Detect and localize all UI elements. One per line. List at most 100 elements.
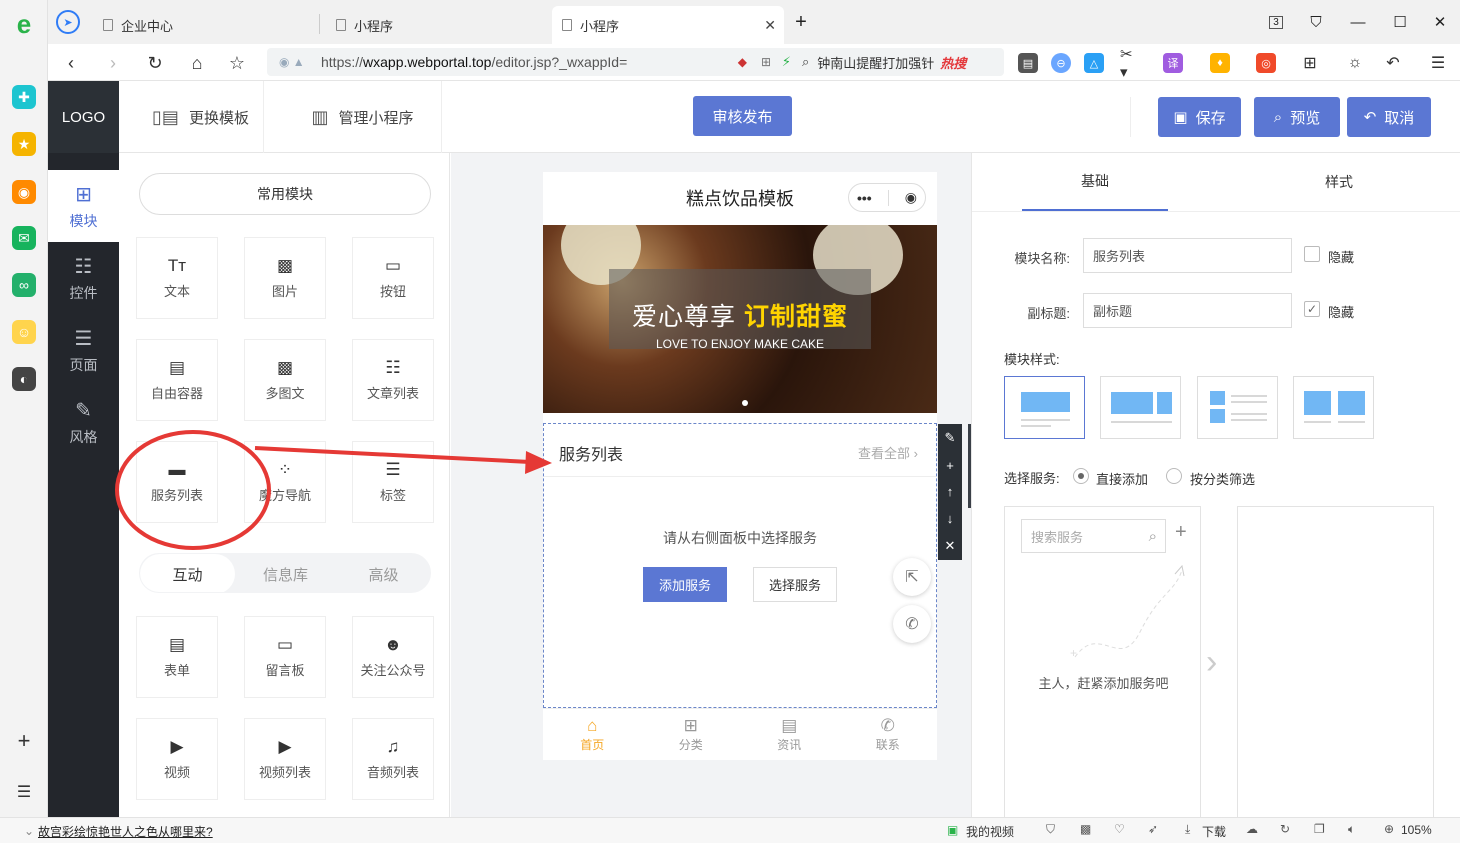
home-icon[interactable]: ⌂ bbox=[184, 50, 210, 76]
menu-icon[interactable]: ☰ bbox=[1428, 53, 1448, 73]
change-template-button[interactable]: ▯▤ 更换模板 bbox=[138, 81, 264, 153]
window-icon[interactable]: ❐ bbox=[1314, 822, 1325, 836]
module-tags[interactable]: ☰ 标签 bbox=[352, 441, 434, 523]
scissors-icon[interactable]: ✂▾ bbox=[1120, 46, 1140, 81]
style-option-4[interactable] bbox=[1293, 376, 1374, 439]
tab-advanced[interactable]: 高级 bbox=[336, 554, 430, 592]
delete-icon[interactable]: ✕ bbox=[945, 538, 956, 554]
volume-icon[interactable]: 🔈︎ bbox=[1348, 822, 1355, 837]
sidebar-item-style[interactable]: ✎ 风格 bbox=[48, 386, 119, 458]
site-info-icon[interactable]: ◉ ▲ bbox=[279, 55, 305, 69]
module-button[interactable]: ▭ 按钮 bbox=[352, 237, 434, 319]
gamepad-icon[interactable]: ◎ bbox=[1256, 53, 1276, 73]
save-button[interactable]: ▣ 保存 bbox=[1158, 97, 1241, 137]
style-option-3[interactable] bbox=[1197, 376, 1278, 439]
add-service-button[interactable]: 添加服务 bbox=[643, 567, 727, 602]
tab-count-badge[interactable]: 3 bbox=[1269, 15, 1283, 29]
nav-contact[interactable]: ✆ 联系 bbox=[839, 709, 938, 760]
style-option-2[interactable] bbox=[1100, 376, 1181, 439]
bookmark-star-icon[interactable]: ☆ bbox=[224, 50, 250, 76]
radio-direct-add[interactable] bbox=[1073, 468, 1089, 484]
tab-miniapp-active[interactable]: 小程序 ✕ bbox=[552, 6, 784, 44]
refresh-icon[interactable]: ↻ bbox=[1280, 822, 1290, 836]
sidebar-item-pages[interactable]: ☰ 页面 bbox=[48, 314, 119, 386]
navigate-icon[interactable]: ➤ bbox=[56, 10, 80, 34]
module-follow-account[interactable]: ☻ 关注公众号 bbox=[352, 616, 434, 698]
module-free-container[interactable]: ▤ 自由容器 bbox=[136, 339, 218, 421]
undo-icon[interactable]: ↶ bbox=[1383, 53, 1403, 73]
heart-icon[interactable]: ♡ bbox=[1114, 822, 1125, 836]
forward-icon[interactable]: › bbox=[100, 50, 126, 76]
rocket-icon[interactable]: ➶ bbox=[1148, 822, 1158, 836]
module-article-list[interactable]: ☷ 文章列表 bbox=[352, 339, 434, 421]
reload-icon[interactable]: ↻ bbox=[142, 50, 168, 76]
new-tab-icon[interactable]: + bbox=[789, 10, 813, 34]
rail-star-icon[interactable]: ★ bbox=[12, 132, 36, 156]
banner-image[interactable]: 爱心尊享 订制甜蜜 LOVE TO ENJOY MAKE CAKE bbox=[543, 225, 937, 413]
qr-icon[interactable]: ⊞ bbox=[761, 55, 771, 69]
rail-weibo-icon[interactable]: ◉ bbox=[12, 180, 36, 204]
radio-category-filter[interactable] bbox=[1166, 468, 1182, 484]
add-service-icon[interactable]: + bbox=[1175, 521, 1187, 544]
tab-style[interactable]: 样式 bbox=[1266, 153, 1412, 211]
rail-panda-icon[interactable]: ◐ bbox=[12, 367, 36, 391]
ext-shield-icon[interactable]: ♦ bbox=[1210, 53, 1230, 73]
subtitle-input[interactable]: 副标题 bbox=[1083, 293, 1292, 328]
add-icon[interactable]: + bbox=[946, 458, 954, 473]
service-list-module[interactable]: 服务列表 查看全部 › 请从右侧面板中选择服务 添加服务 选择服务 bbox=[543, 423, 937, 708]
lightning-icon[interactable]: ⚡ bbox=[782, 54, 791, 70]
reader-icon[interactable]: ▤ bbox=[1018, 53, 1038, 73]
module-message-board[interactable]: ▭ 留言板 bbox=[244, 616, 326, 698]
module-service-list[interactable]: ▬ 服务列表 bbox=[136, 441, 218, 523]
module-multi-image-text[interactable]: ▩ 多图文 bbox=[244, 339, 326, 421]
style-option-1[interactable] bbox=[1004, 376, 1085, 439]
rail-link-icon[interactable]: ∞ bbox=[12, 273, 36, 297]
ext-blue-icon[interactable]: ⊖ bbox=[1051, 53, 1071, 73]
chevron-down-icon[interactable]: ⌄ bbox=[24, 824, 34, 838]
sidebar-item-modules[interactable]: ⊞ 模块 bbox=[48, 170, 119, 242]
tab-info-library[interactable]: 信息库 bbox=[238, 554, 333, 592]
preview-button[interactable]: ⌕ 预览 bbox=[1254, 97, 1340, 137]
shirt-icon[interactable]: ⛉ bbox=[1304, 10, 1328, 34]
more-dots-icon[interactable]: ••• bbox=[857, 190, 872, 206]
share-float-button[interactable]: ⇱ bbox=[893, 558, 931, 596]
zoom-level[interactable]: 105% bbox=[1401, 823, 1432, 837]
image-icon[interactable]: ▩ bbox=[1080, 822, 1091, 836]
rail-plus-icon[interactable]: ✚ bbox=[12, 85, 36, 109]
rail-add-icon[interactable]: + bbox=[12, 728, 36, 753]
module-image[interactable]: ▩ 图片 bbox=[244, 237, 326, 319]
module-name-input[interactable]: 服务列表 bbox=[1083, 238, 1292, 273]
module-form[interactable]: ▤ 表单 bbox=[136, 616, 218, 698]
shield-icon[interactable]: ⛉ bbox=[1046, 822, 1055, 837]
module-cube-nav[interactable]: ⁘ 魔方导航 bbox=[244, 441, 326, 523]
maximize-icon[interactable]: ☐ bbox=[1388, 10, 1412, 34]
tab-basic[interactable]: 基础 bbox=[1022, 153, 1168, 211]
tab-miniapp-1[interactable]: 小程序 bbox=[326, 6, 551, 44]
cloud-icon[interactable]: ☁ bbox=[1246, 822, 1258, 836]
tab-interactive[interactable]: 互动 bbox=[140, 554, 235, 592]
nav-news[interactable]: ▤ 资讯 bbox=[740, 709, 839, 760]
capsule-menu[interactable]: ••• ◉ bbox=[848, 183, 926, 212]
module-audio-list[interactable]: ♫ 音频列表 bbox=[352, 718, 434, 800]
sidebar-item-controls[interactable]: ☷ 控件 bbox=[48, 242, 119, 314]
module-text[interactable]: Tт 文本 bbox=[136, 237, 218, 319]
apps-grid-icon[interactable]: ⊞ bbox=[1300, 53, 1320, 73]
nav-category[interactable]: ⊞ 分类 bbox=[642, 709, 741, 760]
rail-mail-icon[interactable]: ✉ bbox=[12, 226, 36, 250]
url-field[interactable]: ◉ ▲ https://wxapp.webportal.top/editor.j… bbox=[267, 48, 829, 76]
move-up-icon[interactable]: ↑ bbox=[947, 484, 954, 499]
chevron-right-icon[interactable]: › bbox=[1206, 643, 1217, 682]
my-video-link[interactable]: 我的视频 bbox=[966, 823, 1014, 840]
edit-icon[interactable]: ✎ bbox=[945, 430, 956, 446]
close-window-icon[interactable]: ✕ bbox=[1428, 10, 1452, 34]
rail-list-icon[interactable]: ☰ bbox=[12, 780, 36, 804]
cancel-button[interactable]: ↶ 取消 bbox=[1347, 97, 1431, 137]
phone-float-button[interactable]: ✆ bbox=[893, 605, 931, 643]
select-service-button[interactable]: 选择服务 bbox=[753, 567, 837, 602]
shield-icon[interactable]: ◆ bbox=[738, 55, 747, 69]
close-circle-icon[interactable]: ◉ bbox=[905, 189, 917, 206]
back-icon[interactable]: ‹ bbox=[58, 50, 84, 76]
hide-name-checkbox[interactable] bbox=[1304, 246, 1320, 262]
publish-button[interactable]: 审核发布 bbox=[693, 96, 792, 136]
close-tab-icon[interactable]: ✕ bbox=[764, 17, 776, 34]
